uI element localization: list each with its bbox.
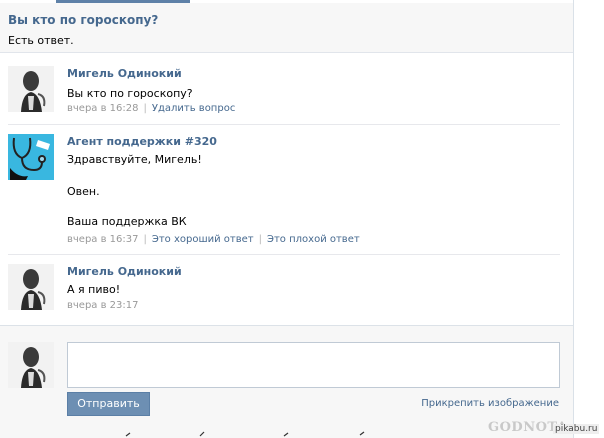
- pikabu-watermark: pikabu.ru: [553, 424, 600, 434]
- user-photo-avatar[interactable]: [8, 66, 54, 112]
- message-time: вчера в 23:17: [67, 300, 139, 311]
- delete-question-link[interactable]: Удалить вопрос: [152, 103, 235, 114]
- message-text: А я пиво!: [67, 283, 121, 296]
- message-text: Здравствуйте, Мигель!: [67, 153, 202, 166]
- message-text: Ваша поддержка ВК: [67, 215, 187, 228]
- user-photo-avatar[interactable]: [8, 342, 54, 388]
- separator: |: [143, 234, 147, 245]
- question-status: Есть ответ.: [8, 34, 74, 47]
- separator: |: [258, 234, 262, 245]
- message-meta: вчера в 23:17: [67, 300, 139, 311]
- question-title: Вы кто по гороскопу?: [8, 13, 159, 27]
- user-photo-avatar[interactable]: [8, 264, 54, 310]
- good-answer-link[interactable]: Это хороший ответ: [152, 234, 254, 245]
- reply-input[interactable]: [67, 342, 560, 388]
- message-author[interactable]: Мигель Одинокий: [67, 67, 182, 80]
- attach-image-link[interactable]: Прикрепить изображение: [421, 398, 559, 409]
- stethoscope-avatar[interactable]: [8, 134, 54, 180]
- message-time: вчера в 16:37: [67, 234, 139, 245]
- message-author[interactable]: Агент поддержки #320: [67, 135, 217, 148]
- message-meta: вчера в 16:28 | Удалить вопрос: [67, 103, 235, 114]
- message-text: Овен.: [67, 185, 100, 198]
- message-time: вчера в 16:28: [67, 103, 139, 114]
- question-header: Вы кто по гороскопу? Есть ответ.: [0, 3, 573, 53]
- question-panel: Вы кто по гороскопу? Есть ответ. Мигель …: [0, 0, 574, 438]
- separator: |: [143, 103, 147, 114]
- message-divider: [8, 124, 560, 125]
- message-text: Вы кто по гороскопу?: [67, 87, 193, 100]
- bad-answer-link[interactable]: Это плохой ответ: [267, 234, 360, 245]
- cropped-text-strokes: [125, 431, 365, 437]
- message-divider: [8, 254, 560, 255]
- message-meta: вчера в 16:37 | Это хороший ответ | Это плох…: [67, 234, 360, 245]
- send-button[interactable]: Отправить: [67, 392, 150, 416]
- message-author[interactable]: Мигель Одинокий: [67, 265, 182, 278]
